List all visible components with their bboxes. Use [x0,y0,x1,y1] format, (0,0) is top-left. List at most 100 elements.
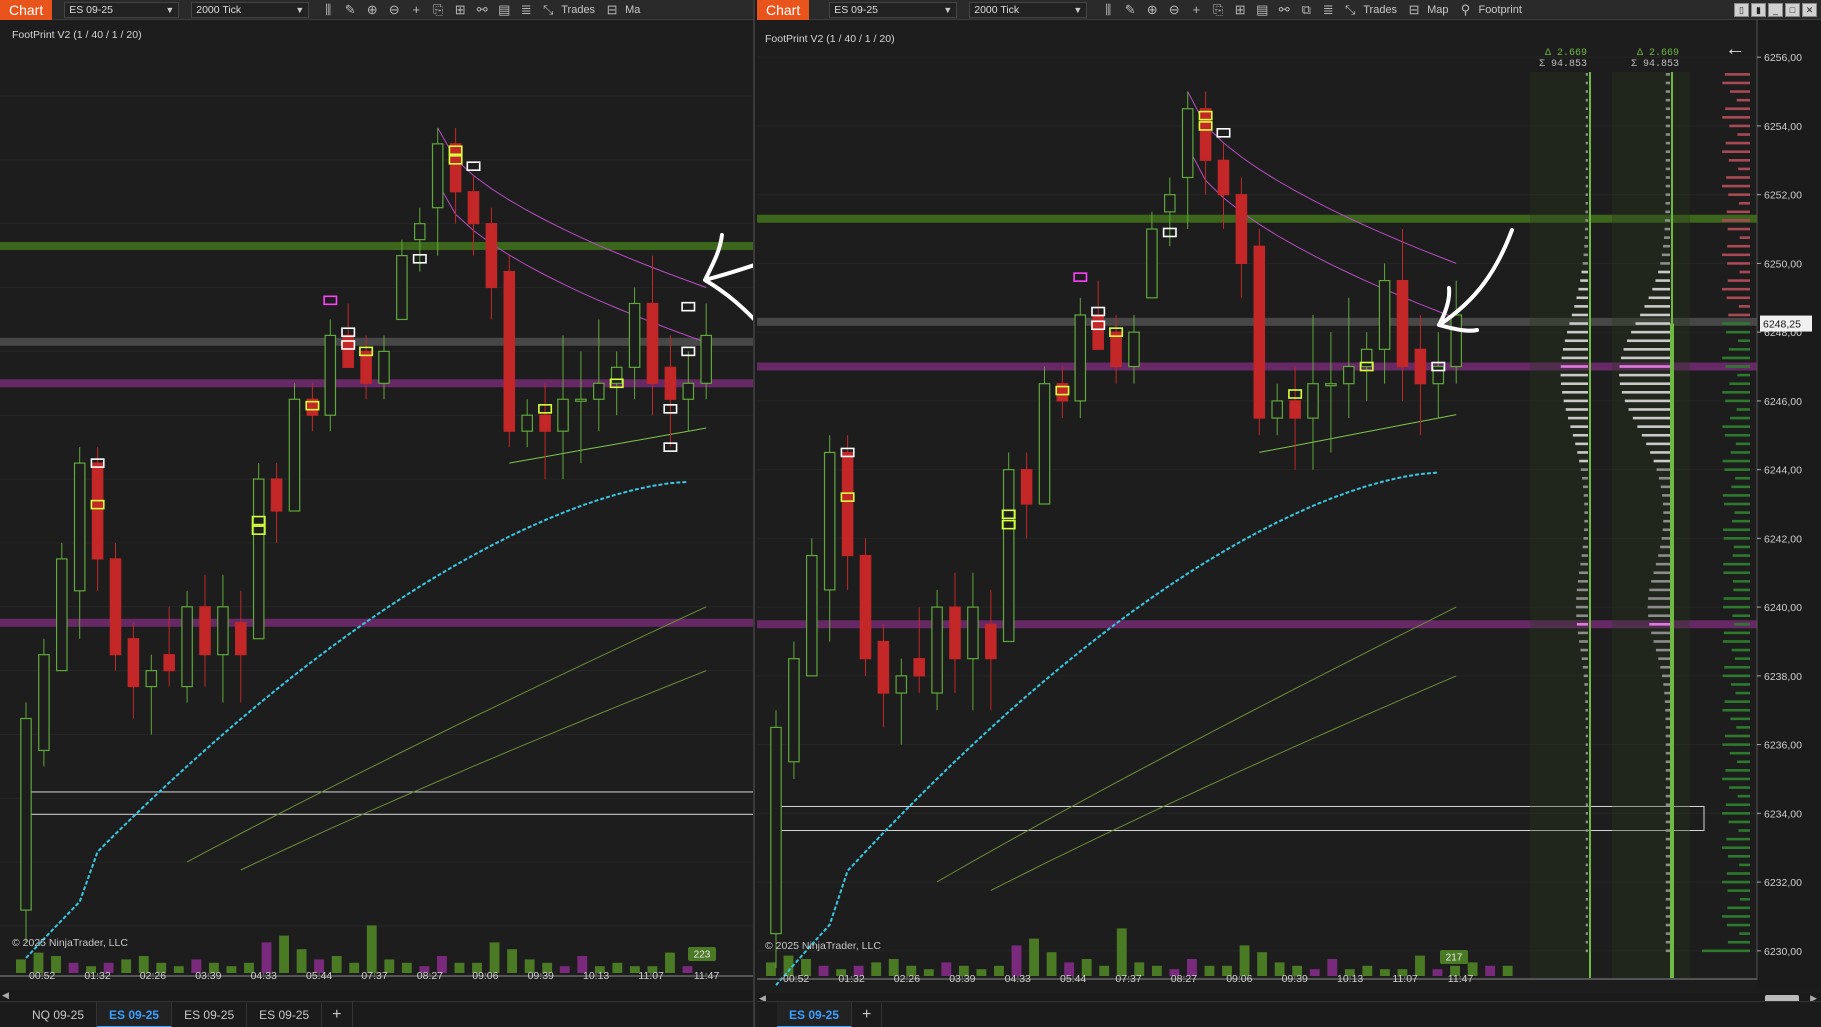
data-box-icon[interactable]: ▤ [493,2,515,18]
depth-ladder-row [1727,940,1750,944]
crosshair-icon[interactable]: + [405,2,427,17]
profile-2-row [1665,786,1670,789]
profile-2-row [1658,270,1670,274]
arrow-left-icon[interactable]: ← [1725,38,1745,61]
price-tick-label: 6256,00 [1764,52,1802,64]
profile-2-row [1652,287,1670,291]
profile-2-stats: Δ 2.669 Σ 94.853 [1617,48,1679,70]
profile-1-row [1582,665,1588,669]
list-icon[interactable]: ≣ [515,2,537,18]
right-price-chart[interactable]: 2176256,006254,006252,006250,006248,0062… [757,20,1821,988]
left-trades-label[interactable]: Trades [561,4,595,16]
strategy-icon[interactable]: ⚯ [471,2,493,18]
close-button[interactable]: ✕ [1802,3,1817,17]
depth-ladder-row [1737,373,1750,377]
left-interval-select[interactable]: 2000 Tick ▼ [191,1,310,18]
bar-style-icon[interactable]: ⫼ [317,2,339,18]
profile-1-row [1571,313,1588,317]
trades-icon[interactable]: ⤡ [1339,2,1361,18]
pin-icon[interactable]: ▮ [1751,3,1766,17]
crosshair-icon[interactable]: + [1185,2,1207,17]
profile-1-row [1585,786,1588,789]
indicators-icon[interactable]: ⊞ [1229,2,1251,18]
profile-2-row [1665,176,1670,179]
profile-2-row [1665,863,1670,867]
map-icon[interactable]: ⊟ [601,2,623,18]
tab-es-09-25-active[interactable]: ES 09-25 [777,1001,853,1027]
tab-nq-09-25[interactable]: NQ 09-25 [20,1001,98,1027]
strategy-icon[interactable]: ⚯ [1273,2,1295,18]
left-price-chart[interactable]: 223 [0,20,755,988]
template-icon[interactable]: ⎘ [427,2,449,18]
candle-body [1128,331,1140,368]
candle-body [163,654,175,672]
profile-1-row [1584,511,1588,514]
right-trades-label[interactable]: Trades [1363,4,1397,16]
depth-ladder-row [1726,872,1750,875]
profile-1-row [1560,365,1588,368]
maximize-button[interactable]: □ [1785,3,1800,17]
tab-es-09-25-active[interactable]: ES 09-25 [97,1001,173,1027]
template-icon[interactable]: ⎘ [1207,2,1229,18]
profile-1-row [1585,846,1588,850]
zoom-in-icon[interactable]: ⊕ [1141,2,1163,18]
data-box-icon[interactable]: ▤ [1251,2,1273,18]
right-chart-tab[interactable]: Chart [757,0,810,20]
right-map-label[interactable]: Map [1427,4,1448,16]
profile-2-row [1662,674,1670,678]
copy-icon[interactable]: ⧉ [1295,2,1317,18]
depth-ladder-row [1728,348,1750,351]
depth-ladder-row [1738,339,1750,343]
depth-ladder-row [1722,287,1750,291]
left-chart-tab[interactable]: Chart [0,0,53,20]
profile-2-row [1665,769,1670,772]
left-instrument-select[interactable]: ES 09-25 ▼ [64,1,180,18]
footprint-icon[interactable]: ⚲ [1454,2,1476,18]
profile-1-row [1585,820,1588,824]
right-footprint-label[interactable]: Footprint [1478,4,1521,16]
depth-ladder-row [1726,176,1750,179]
bar-style-icon[interactable]: ⫼ [1097,2,1119,18]
add-tab-button[interactable]: + [322,1001,353,1027]
time-tick-label: 03:39 [949,973,976,985]
zoom-in-icon[interactable]: ⊕ [361,2,383,18]
profile-2-row [1658,554,1670,557]
zoom-out-icon[interactable]: ⊖ [383,2,405,18]
right-instrument-select[interactable]: ES 09-25 ▼ [829,1,958,18]
candle-body [1038,383,1051,505]
draw-tool-icon[interactable]: ✎ [1119,2,1141,18]
indicators-icon[interactable]: ⊞ [449,2,471,18]
profile-2-row [1665,201,1670,205]
draw-tool-icon[interactable]: ✎ [339,2,361,18]
profile-2-row [1665,81,1670,85]
right-interval-select[interactable]: 2000 Tick ▼ [969,1,1088,18]
list-icon[interactable]: ≣ [1317,2,1339,18]
tab-es-09-25[interactable]: ES 09-25 [172,1001,248,1027]
tile-icon[interactable]: ▯ [1734,3,1749,17]
scroll-left-icon[interactable]: ◀ [2,990,9,1001]
left-bottom-tabs: NQ 09-25 ES 09-25 ES 09-25 ES 09-25 + [0,1001,753,1027]
depth-ladder-row [1722,322,1750,325]
depth-ladder-row [1722,777,1750,781]
add-tab-button[interactable]: + [852,1001,883,1027]
profile-1-stats: Δ 2.669 Σ 94.853 [1525,48,1587,70]
profile-2-row [1620,356,1670,360]
price-tick-label: 6244,00 [1764,465,1802,477]
minimize-button[interactable]: _ [1768,3,1783,17]
candle-body [145,670,158,688]
candle-body [967,606,979,660]
candle-body [913,658,925,677]
candle-body [109,558,122,656]
zoom-out-icon[interactable]: ⊖ [1163,2,1185,18]
time-tick-label: 01:32 [84,970,111,982]
depth-ladder-row [1727,279,1750,282]
depth-ladder-row [1731,683,1750,686]
trades-icon[interactable]: ⤡ [537,2,559,18]
map-icon[interactable]: ⊟ [1403,2,1425,18]
tab-es-09-25[interactable]: ES 09-25 [247,1001,323,1027]
profile-2-row [1660,262,1670,265]
time-tick-label: 11:47 [693,970,720,982]
profile-1-row [1585,708,1588,712]
left-map-label[interactable]: Ma [625,4,640,16]
profile-2-row [1665,708,1670,712]
